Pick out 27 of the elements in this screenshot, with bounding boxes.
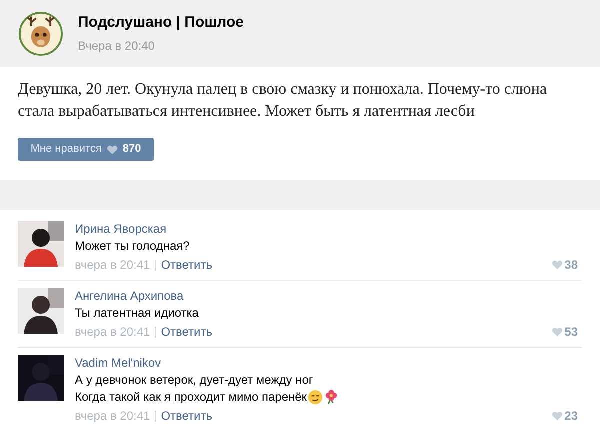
commenter-name[interactable]: Vadim Mel'nikov <box>75 355 582 371</box>
heart-icon <box>106 144 118 154</box>
like-button[interactable]: Мне нравится 870 <box>18 138 154 161</box>
like-count: 38 <box>564 257 578 273</box>
heart-icon <box>552 260 563 270</box>
flower-icon <box>324 390 340 405</box>
post-text: Девушка, 20 лет. Окунула палец в свою смазку и понюхала. Почему-то слюна стала вырабатываться интенсивнее. Может быть я латентная лесби <box>18 80 548 122</box>
reply-link[interactable]: Ответить <box>161 257 212 273</box>
commenter-name[interactable]: Ангелина Архипова <box>75 288 582 304</box>
reply-link[interactable]: Ответить <box>161 324 212 340</box>
heart-icon <box>552 327 563 337</box>
smirking-face-icon <box>308 390 324 405</box>
comment-text: А у девчонок ветерок, дует-дует между ног <box>75 373 314 388</box>
post-time: Вчера в 20:40 <box>78 38 156 56</box>
comment-time: вчера в 20:41 <box>75 324 150 340</box>
heart-icon <box>552 411 563 421</box>
comment-text: Ты латентная идиотка <box>75 306 199 321</box>
commenter-name[interactable]: Ирина Яворская <box>75 221 582 237</box>
reply-link[interactable]: Ответить <box>161 408 212 424</box>
comment-text: Может ты голодная? <box>75 239 190 254</box>
comment-time: вчера в 20:41 <box>75 408 150 424</box>
comment-text: Когда такой как я проходит мимо паренёк <box>75 390 308 405</box>
group-name[interactable]: Подслушано | Пошлое <box>78 12 244 34</box>
like-count: 53 <box>564 324 578 340</box>
like-count: 23 <box>564 408 578 424</box>
comment-time: вчера в 20:41 <box>75 257 150 273</box>
logo-icon[interactable] <box>18 10 64 56</box>
